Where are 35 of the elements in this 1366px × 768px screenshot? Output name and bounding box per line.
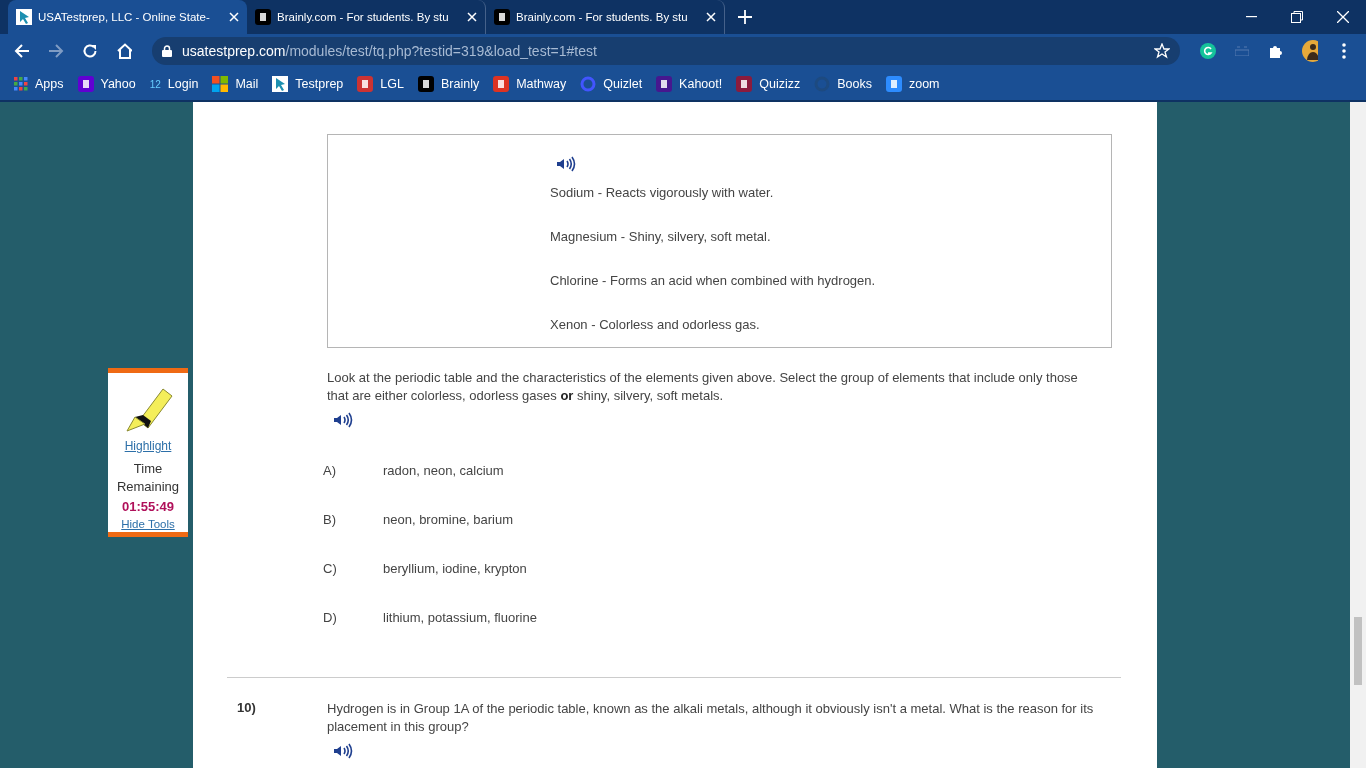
- question-text: Look at the periodic table and the characteristics of the elements given above. Select the group of elements that include only those that are either colorless, odorless gases or shiny, silvery, soft metals.: [327, 369, 1079, 405]
- hide-tools-link[interactable]: Hide Tools: [121, 518, 175, 530]
- time-remaining-label: Time Remaining: [115, 460, 181, 496]
- bookmark-link[interactable]: Mail: [212, 76, 259, 92]
- address-bar[interactable]: usatestprep.com/modules/test/tq.php?testid=319&load_test=1#test: [152, 37, 1180, 65]
- element-description: Chlorine - Forms an acid when combined with hydrogen.: [550, 273, 876, 288]
- countdown-timer: 01:55:49: [121, 499, 174, 514]
- bookmark-link[interactable]: Kahoot!: [656, 76, 723, 92]
- bookmark-link[interactable]: 12 Login: [149, 77, 199, 91]
- bookmark-link[interactable]: Books: [814, 76, 872, 92]
- bookmark-link[interactable]: zoom: [885, 76, 940, 92]
- browser-tab[interactable]: USATestprep, LLC - Online State-: [8, 0, 247, 34]
- option-letter: A): [323, 463, 337, 480]
- option-letter: C): [323, 561, 338, 578]
- question-number: 10): [237, 700, 257, 717]
- bookmark-link[interactable]: Brainly: [417, 76, 480, 92]
- answer-option[interactable]: beryllium, iodine, krypton: [383, 561, 527, 610]
- option-letter: D): [323, 610, 338, 627]
- bookmark-link[interactable]: Apps: [14, 77, 64, 91]
- bookmark-link[interactable]: Yahoo: [77, 76, 136, 92]
- question-text: Hydrogen is in Group 1A of the periodic table, known as the alkali metals, although it obviously isn't a metal. What is the reason for its placement in this group?: [327, 700, 1095, 736]
- answer-option[interactable]: neon, bromine, barium: [383, 512, 514, 561]
- bookmark-link[interactable]: Mathway: [493, 76, 567, 92]
- option-letter: B): [323, 512, 337, 529]
- bookmark-link[interactable]: LGL: [357, 76, 404, 92]
- bookmark-link[interactable]: Quizizz: [736, 76, 801, 92]
- answer-option[interactable]: lithium, potassium, fluorine: [383, 610, 537, 659]
- element-description: Sodium - Reacts vigorously with water.: [550, 185, 774, 200]
- highlight-link[interactable]: Highlight: [124, 439, 172, 453]
- bookmark-link[interactable]: Quizlet: [580, 76, 643, 92]
- element-description: Magnesium - Shiny, silvery, soft metal.: [550, 229, 771, 244]
- element-description: Xenon - Colorless and odorless gas.: [550, 317, 760, 332]
- answer-option[interactable]: radon, neon, calcium: [383, 463, 504, 512]
- bookmark-link[interactable]: Testprep: [272, 76, 344, 92]
- calendar-icon: 12: [149, 78, 161, 90]
